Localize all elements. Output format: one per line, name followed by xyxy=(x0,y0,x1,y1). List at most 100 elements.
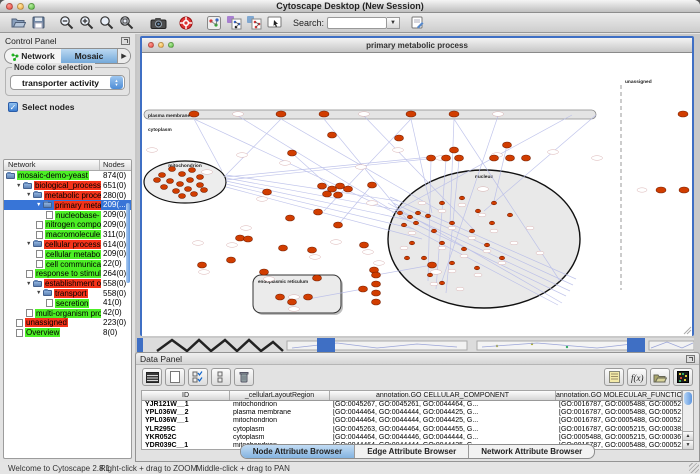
tree-item-nucleobase-[interactable]: nucleobase-209(0) xyxy=(4,210,131,220)
select-attributes-icon[interactable] xyxy=(188,368,208,386)
page-icon xyxy=(36,260,43,268)
tree-item-label: biological_process xyxy=(34,181,102,190)
tab-mosaic[interactable]: Mosaic xyxy=(61,49,117,63)
tab-network-attribute-browser[interactable]: Network Attribute Browser xyxy=(468,445,594,458)
expand-arrow-icon[interactable]: ▼ xyxy=(26,241,33,247)
folder-icon xyxy=(6,173,15,179)
tab-node-attribute-browser[interactable]: Node Attribute Browser xyxy=(241,445,355,458)
background-windows-strip xyxy=(137,338,694,352)
select-nodes-checkbox[interactable]: ✓ xyxy=(8,102,18,112)
network-canvas[interactable]: plasma membranecytoplasmmitochondrionnuc… xyxy=(142,53,692,336)
tab-network[interactable]: Network xyxy=(5,49,61,63)
create-attribute-icon[interactable] xyxy=(165,368,185,386)
scroll-up-icon[interactable]: ▲ xyxy=(683,431,693,440)
import-attributes-icon[interactable] xyxy=(650,368,670,386)
column-header[interactable]: _cellularLayoutRegion xyxy=(230,391,330,400)
vizmapper-icon[interactable] xyxy=(205,14,223,32)
open-session-icon[interactable] xyxy=(9,14,27,32)
cytoplasm-label: cytoplasm xyxy=(148,127,172,133)
tree-item-response-to-stimulu[interactable]: response to stimulu264(0) xyxy=(4,269,131,279)
expand-arrow-icon[interactable]: ▼ xyxy=(36,202,43,208)
tree-item-unassigned[interactable]: unassigned223(0) xyxy=(4,318,131,328)
create-view-icon[interactable] xyxy=(265,14,283,32)
page-icon xyxy=(36,250,43,258)
table-header-row: ID_cellularLayoutRegionannotation.GO CEL… xyxy=(142,391,682,401)
table-row[interactable]: YLR295Ccytoplasm[GO:0045263, GO:0044464,… xyxy=(142,426,682,434)
unselect-attributes-icon[interactable] xyxy=(211,368,231,386)
network-graph: plasma membranecytoplasmmitochondrionnuc… xyxy=(142,53,692,336)
zoom-out-icon[interactable] xyxy=(57,14,75,32)
tree-scrollbar[interactable] xyxy=(126,173,131,456)
snapshot-icon[interactable] xyxy=(149,14,167,32)
tree-col-nodes[interactable]: Nodes xyxy=(100,160,131,170)
attribute-list-icon[interactable] xyxy=(604,368,624,386)
zoom-selected-region-icon[interactable] xyxy=(117,14,135,32)
tree-item-cell-communicat[interactable]: cell communicat22(0) xyxy=(4,259,131,269)
tree-item-cellular-metabo[interactable]: cellular metabo209(0) xyxy=(4,249,131,259)
table-row[interactable]: YJR121W__1mitochondrion[GO:0045267, GO:0… xyxy=(142,401,682,409)
table-cell: [GO:0044464, GO:0044444, GO:0044425, G..… xyxy=(330,417,556,425)
tree-item-biological-process[interactable]: ▼biological_process651(0) xyxy=(4,181,131,191)
save-session-icon[interactable] xyxy=(29,14,47,32)
annotation-icon[interactable] xyxy=(408,14,426,32)
expand-arrow-icon[interactable]: ▼ xyxy=(26,192,33,198)
node-color-combobox[interactable]: transporter activity ▲▼ xyxy=(10,75,125,90)
expand-arrow-icon[interactable]: ▼ xyxy=(36,290,43,296)
table-row[interactable]: YKR052Ccytoplasm[GO:0044464, GO:0044446,… xyxy=(142,434,682,442)
tab-edge-attribute-browser[interactable]: Edge Attribute Browser xyxy=(354,445,468,458)
table-cell: [GO:0005488, GO:0005215, GO:0003674] xyxy=(556,434,682,442)
tab-overflow-icon[interactable]: ▶ xyxy=(117,49,130,63)
delete-attribute-icon[interactable] xyxy=(234,368,254,386)
float-panel-icon[interactable] xyxy=(121,37,130,45)
tree-item-macromolecule[interactable]: macromolecule311(0) xyxy=(4,230,131,240)
zoom-in-icon[interactable] xyxy=(77,14,95,32)
tree-item-metabolic-process[interactable]: ▼metabolic process280(0) xyxy=(4,191,131,201)
table-scrollbar[interactable]: ▲ ▼ xyxy=(682,391,693,449)
tree-item-establishment-of-lo[interactable]: ▼establishment of lo558(0) xyxy=(4,279,131,289)
resize-grip[interactable] xyxy=(689,463,699,473)
table-row[interactable]: YPL036W__1mitochondrion[GO:0044464, GO:0… xyxy=(142,417,682,425)
tree-item-multi-organism-pro[interactable]: multi-organism pro42(0) xyxy=(4,308,131,318)
folder-icon xyxy=(43,202,52,208)
select-nodes-label: Select nodes xyxy=(22,102,74,112)
column-header[interactable]: annotation.GO CELLULAR_COMPONENT xyxy=(330,391,556,400)
network-window-titlebar[interactable]: primary metabolic process xyxy=(142,38,692,53)
cytoscape-window: Cytoscape Desktop (New Session) Search: … xyxy=(0,0,700,474)
tree-item-cellular-process[interactable]: ▼cellular process614(0) xyxy=(4,240,131,250)
column-header[interactable]: annotation.GO MOLECULAR_FUNCTION xyxy=(556,391,682,400)
control-panel-tabs: Network Mosaic ▶ xyxy=(4,48,131,64)
expand-arrow-icon[interactable]: ▼ xyxy=(16,183,23,189)
attribute-grid-icon[interactable] xyxy=(142,368,162,386)
tree-item-label: nucleobase- xyxy=(55,211,101,220)
apply-layout-a-icon[interactable] xyxy=(225,14,243,32)
table-cell: [GO:0016787, GO:0005488, GO:0005215, G..… xyxy=(556,409,682,417)
column-header[interactable]: ID xyxy=(142,391,230,400)
tree-item-mosaic-demo-yeast[interactable]: mosaic-demo-yeast874(0) xyxy=(4,171,131,181)
float-panel-icon[interactable] xyxy=(686,355,695,363)
tree-item-overview[interactable]: Overview8(0) xyxy=(4,328,131,338)
attribute-matrix-icon[interactable] xyxy=(673,368,693,386)
tree-item-secretion[interactable]: secretion41(0) xyxy=(4,298,131,308)
function-builder-icon[interactable]: f(x) xyxy=(627,368,647,386)
svg-text:f(x): f(x) xyxy=(631,373,644,383)
search-input[interactable] xyxy=(327,17,387,29)
tree-item-transport[interactable]: ▼transport558(0) xyxy=(4,289,131,299)
scrollbar-thumb[interactable] xyxy=(684,392,692,405)
tree-item-nitrogen-compo[interactable]: nitrogen compo209(0) xyxy=(4,220,131,230)
help-icon[interactable] xyxy=(177,14,195,32)
tree-col-network[interactable]: Network xyxy=(4,160,100,170)
tree-item-label: cellular metabo xyxy=(45,250,101,259)
search-dropdown-icon[interactable]: ▼ xyxy=(387,17,400,29)
data-panel: Data Panel f(x) xyxy=(135,352,700,462)
plasma-membrane-label: plasma membrane xyxy=(148,113,190,119)
combobox-value: transporter activity xyxy=(11,78,110,88)
status-bar: Welcome to Cytoscape 2.8.1 Right-click +… xyxy=(0,462,700,474)
table-row[interactable]: YPL036W__2plasma membrane[GO:0044464, GO… xyxy=(142,409,682,417)
page-icon xyxy=(16,319,23,327)
tree-item-label: unassigned xyxy=(25,318,68,327)
apply-layout-b-icon[interactable] xyxy=(245,14,263,32)
table-cell: YPL036W__2 xyxy=(142,409,230,417)
zoom-fit-icon[interactable] xyxy=(97,14,115,32)
expand-arrow-icon[interactable]: ▼ xyxy=(26,281,33,287)
tree-item-primary-metabo[interactable]: ▼primary metabo209(... xyxy=(4,200,131,210)
